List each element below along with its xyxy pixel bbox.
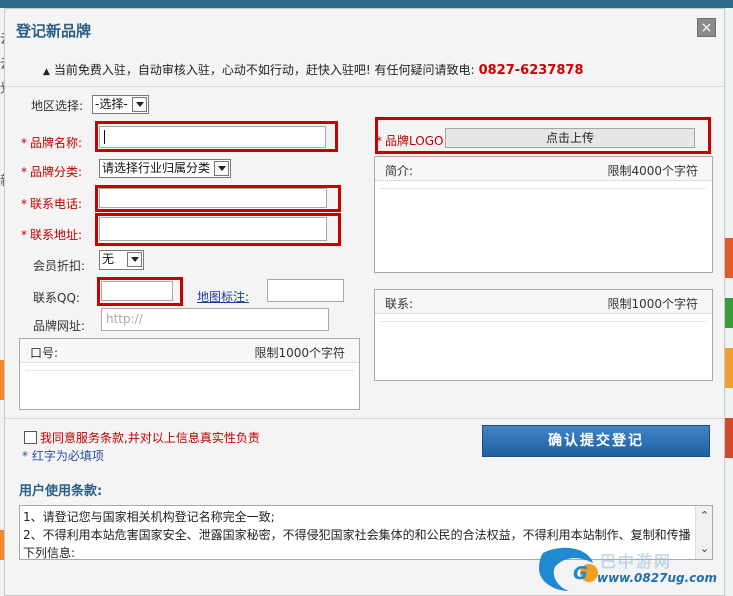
region-select-value: -选择-: [95, 97, 128, 111]
watermark-url: www.0827ug.com: [597, 571, 717, 585]
text-cursor: [104, 130, 105, 144]
discount-select[interactable]: 无: [99, 250, 144, 270]
notice-phone: 0827-6237878: [478, 63, 584, 78]
chevron-down-icon: [214, 161, 229, 176]
watermark-brand-text: 巴中游网: [600, 552, 673, 571]
qq-input[interactable]: [101, 281, 173, 301]
slogan-textarea[interactable]: 口号: 限制1000个字符: [19, 338, 360, 410]
divider: [381, 188, 706, 189]
close-button[interactable]: ×: [697, 18, 716, 37]
scroll-up-icon[interactable]: ⌃: [698, 509, 711, 523]
qq-label: 联系QQ:: [33, 291, 80, 305]
agree-text: 我同意服务条款,并对以上信息真实性负责: [40, 431, 260, 445]
triangle-icon: ▲: [43, 67, 50, 77]
contact-header: 联系: 限制1000个字符: [375, 290, 712, 314]
slogan-limit: 限制1000个字符: [254, 346, 345, 360]
agree-checkbox[interactable]: [24, 431, 37, 444]
svg-text:G: G: [573, 563, 588, 584]
intro-label: 简介:: [385, 164, 414, 178]
map-coordinate-input[interactable]: [267, 279, 344, 302]
address-input[interactable]: [99, 217, 327, 241]
contact-textarea[interactable]: 联系: 限制1000个字符: [374, 289, 713, 381]
brand-name-label: * 品牌名称:: [21, 136, 83, 150]
chevron-down-icon: [132, 97, 147, 112]
logo-label: * 品牌LOGO: [376, 134, 444, 148]
website-input[interactable]: http://: [101, 308, 329, 331]
discount-label: 会员折扣:: [33, 259, 86, 273]
slogan-label: 口号:: [30, 346, 59, 360]
website-label: 品牌网址:: [33, 319, 86, 333]
brand-name-input[interactable]: [99, 126, 326, 148]
register-brand-dialog: 登记新品牌 × ▲ 当前免费入驻，自动审核入驻，心动不如行动，赶快入驻吧! 有任何…: [4, 8, 725, 596]
website-placeholder: http://: [106, 312, 143, 326]
required-note: * 红字为必填项: [22, 449, 104, 463]
divider: [26, 370, 353, 371]
background-decoration: [724, 238, 733, 278]
contact-limit: 限制1000个字符: [607, 297, 698, 311]
divider: [381, 321, 706, 322]
intro-header: 简介: 限制4000个字符: [375, 157, 712, 181]
background-right-strip: [724, 8, 733, 596]
region-select[interactable]: -选择-: [92, 95, 149, 114]
brand-category-value: 请选择行业归属分类: [102, 161, 211, 175]
map-marker-link[interactable]: 地图标注:: [197, 288, 249, 305]
terms-title: 用户使用条款:: [19, 484, 103, 499]
background-decoration: [724, 298, 733, 328]
contact-label: 联系:: [385, 297, 414, 311]
intro-textarea[interactable]: 简介: 限制4000个字符: [374, 156, 713, 273]
notice-text: 当前免费入驻，自动审核入驻，心动不如行动，赶快入驻吧! 有任何疑问请致电:: [53, 63, 475, 77]
background-header-bar: [0, 0, 733, 8]
notice-bar: ▲ 当前免费入驻，自动审核入驻，心动不如行动，赶快入驻吧! 有任何疑问请致电: 08…: [43, 61, 584, 78]
background-decoration: [724, 348, 733, 388]
divider: [5, 86, 724, 87]
brand-category-label: * 品牌分类:: [21, 165, 83, 179]
submit-button[interactable]: 确认提交登记: [482, 425, 710, 457]
region-label: 地区选择:: [31, 99, 84, 113]
discount-value: 无: [102, 252, 115, 266]
phone-label: * 联系电话:: [21, 197, 83, 211]
slogan-header: 口号: 限制1000个字符: [20, 339, 359, 363]
divider: [5, 418, 724, 419]
background-decoration: [724, 418, 733, 458]
dialog-title: 登记新品牌: [16, 22, 92, 40]
brand-category-select[interactable]: 请选择行业归属分类: [99, 159, 231, 178]
intro-limit: 限制4000个字符: [607, 164, 698, 178]
phone-input[interactable]: [99, 188, 327, 208]
terms-line: 1、请登记您与国家相关机构登记名称完全一致;: [23, 510, 275, 524]
address-label: * 联系地址:: [21, 228, 83, 242]
agree-checkbox-row[interactable]: 我同意服务条款,并对以上信息真实性负责: [24, 429, 260, 446]
upload-logo-button[interactable]: 点击上传: [445, 128, 695, 148]
chevron-down-icon: [127, 252, 142, 267]
